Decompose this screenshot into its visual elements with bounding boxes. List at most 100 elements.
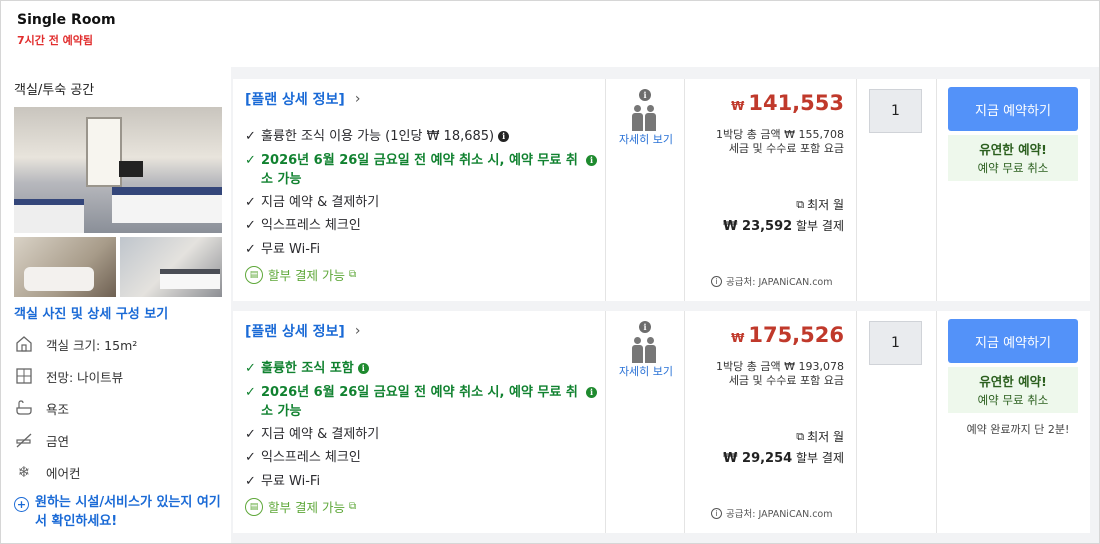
room-main-photo[interactable] [14,107,222,233]
check-icon: ✓ [245,427,256,442]
info-icon[interactable]: i [639,89,651,101]
check-icon: ✓ [245,474,256,489]
room-quantity-select[interactable]: 1 [869,321,922,365]
check-icon: ✓ [245,129,256,144]
feature-text: 무료 Wi-Fi [261,242,321,257]
info-icon[interactable]: i [357,363,369,374]
installment-available[interactable]: ▤ 할부 결제 가능 ⧉ [245,497,356,516]
monthly-payment: ₩ 29,254 할부 결제 [723,449,844,466]
plan-details-link[interactable]: [플랜 상세 정보] › [245,321,360,341]
price: ₩ 141,553 [731,91,844,115]
info-icon[interactable]: i [639,321,651,333]
two-guests-icon [632,337,656,363]
installment-icon: ▤ [245,497,263,516]
offer-row-2: [플랜 상세 정보] › ✓ 훌륭한 조식 포함 i ✓ 2026년 6월 26일… [233,311,1090,533]
amenity-label: 에어컨 [46,465,81,481]
lowest-monthly-text: 최저 월 [807,198,844,212]
room-view-photo[interactable] [120,237,222,297]
feature-free-cancellation: ✓ 2026년 6월 26일 금요일 전 예약 취소 시, 예약 무료 취소 가… [245,383,597,421]
book-now-button[interactable]: 지금 예약하기 [948,87,1078,131]
book-now-button[interactable]: 지금 예약하기 [948,319,1078,363]
occupancy-detail-link[interactable]: 자세히 보기 [616,363,676,380]
info-icon[interactable]: i [586,387,597,398]
amenity-non-smoking: 금연 [14,429,224,451]
occupancy-detail-link[interactable]: 자세히 보기 [616,131,676,148]
amenity-label: 객실 크기: 15m² [46,337,138,353]
feature-express-checkin: ✓ 익스프레스 체크인 [245,216,595,235]
lowest-monthly: ⧉ 최저 월 [796,428,844,445]
currency-symbol: ₩ [731,331,745,345]
copy-icon: ⧉ [796,429,805,443]
booking-cell: 지금 예약하기 유연한 예약! 예약 무료 취소 예약 완료까지 단 2분! [937,311,1090,533]
feature-text: 훌륭한 조식 이용 가능 (1인당 ₩ 18,685) [261,129,495,144]
room-photos-link[interactable]: 객실 사진 및 상세 구성 보기 [14,303,168,322]
flexible-booking-badge: 유연한 예약! 예약 무료 취소 [948,135,1078,181]
room-header: Single Room 7시간 전 예약됨 [1,1,1099,67]
plan-details-cell: [플랜 상세 정보] › ✓ 훌륭한 조식 이용 가능 (1인당 ₩ 18,68… [233,79,606,301]
external-link-icon: ⧉ [348,269,357,280]
plan-details-link-text: [플랜 상세 정보] [245,324,345,340]
info-circle-icon: i [711,275,722,287]
check-icon: ✓ [245,218,256,233]
quantity-cell: 1 [857,311,937,533]
room-info-panel: 객실/투숙 공간 객실 사진 및 상세 구성 보기 객실 크기: 15m² 전망… [1,67,231,543]
monthly-suffix: 할부 결제 [796,219,844,233]
room-bathroom-photo[interactable] [14,237,116,297]
feature-text: 익스프레스 체크인 [261,218,361,233]
price-cell: ₩ 141,553 1박당 총 금액 ₩ 155,708 세금 및 수수료 포함… [685,79,857,301]
supplier-text: 공급처: JAPANiCAN.com [726,277,833,288]
amenity-bathtub: 욕조 [14,397,224,419]
booking-cell: 지금 예약하기 유연한 예약! 예약 무료 취소 [937,79,1090,301]
price-cell: ₩ 175,526 1박당 총 금액 ₩ 193,078 세금 및 수수료 포함… [685,311,857,533]
info-icon[interactable]: i [498,131,510,142]
amenity-label: 전망: 나이트뷰 [46,369,124,385]
plan-details-link-text: [플랜 상세 정보] [245,92,345,108]
feature-text: 무료 Wi-Fi [261,474,321,489]
price-amount: 175,526 [748,323,844,347]
offer-row-1: [플랜 상세 정보] › ✓ 훌륭한 조식 이용 가능 (1인당 ₩ 18,68… [233,79,1090,301]
room-quantity-select[interactable]: 1 [869,89,922,133]
monthly-suffix: 할부 결제 [796,451,844,465]
supplier-note: i 공급처: JAPANiCAN.com [711,274,833,288]
occupancy-cell: i 자세히 보기 [606,79,685,301]
chevron-right-icon: › [354,91,361,107]
quantity-cell: 1 [857,79,937,301]
plan-details-link[interactable]: [플랜 상세 정보] › [245,89,360,109]
flexible-subtitle: 예약 무료 취소 [977,161,1049,175]
occupancy-cell: i 자세히 보기 [606,311,685,533]
info-icon[interactable]: i [586,155,597,166]
monthly-amount: ₩ 29,254 [723,451,793,466]
tax-note: 세금 및 수수료 포함 요금 [728,142,844,155]
feature-text: 훌륭한 조식 포함 [261,361,354,376]
flexible-title: 유연한 예약! [979,142,1047,157]
feature-free-wifi: ✓ 무료 Wi-Fi [245,240,595,259]
feature-pay-now: ✓ 지금 예약 & 결제하기 [245,193,595,212]
lowest-monthly-text: 최저 월 [807,430,844,444]
feature-text: 지금 예약 & 결제하기 [261,427,380,442]
installment-available[interactable]: ▤ 할부 결제 가능 ⧉ [245,265,356,284]
check-icon: ✓ [245,153,256,168]
check-icon: ✓ [245,195,256,210]
two-guests-icon [632,105,656,131]
monthly-payment: ₩ 23,592 할부 결제 [723,217,844,234]
no-smoking-icon [14,430,34,450]
currency-symbol: ₩ [731,99,745,113]
window-icon [14,366,34,386]
amenity-air-conditioning: ❄ 에어컨 [14,461,224,483]
feature-breakfast: ✓ 훌륭한 조식 이용 가능 (1인당 ₩ 18,685) i [245,127,595,146]
plan-details-cell: [플랜 상세 정보] › ✓ 훌륭한 조식 포함 i ✓ 2026년 6월 26일… [233,311,606,533]
feature-pay-now: ✓ 지금 예약 & 결제하기 [245,425,595,444]
amenity-search-link[interactable]: + 원하는 시설/서비스가 있는지 여기서 확인하세요! [14,493,224,531]
feature-text: 2026년 6월 26일 금요일 전 예약 취소 시, 예약 무료 취소 가능 [261,153,578,187]
room-title: Single Room [17,12,116,28]
flexible-subtitle: 예약 무료 취소 [977,393,1049,407]
amenity-room-size: 객실 크기: 15m² [14,333,224,355]
room-section-title: 객실/투숙 공간 [14,83,95,98]
amenity-label: 욕조 [46,401,70,417]
bathtub-icon [14,398,34,418]
supplier-note: i 공급처: JAPANiCAN.com [711,506,833,520]
feature-free-cancellation: ✓ 2026년 6월 26일 금요일 전 예약 취소 시, 예약 무료 취소 가… [245,151,597,189]
price-amount: 141,553 [748,91,844,115]
flexible-title: 유연한 예약! [979,374,1047,389]
amenity-label: 금연 [46,433,70,449]
